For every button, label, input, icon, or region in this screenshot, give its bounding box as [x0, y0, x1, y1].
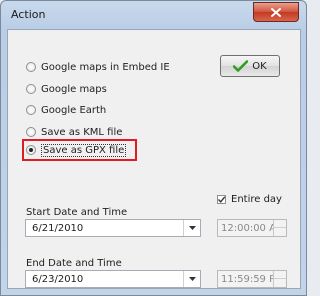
option-google-maps-embed-ie[interactable]: Google maps in Embed IE [26, 59, 170, 75]
radio-button-selected[interactable] [26, 145, 36, 155]
title-bar: Action [1, 1, 306, 28]
ok-label: OK [252, 60, 267, 72]
check-icon [233, 60, 249, 72]
close-button[interactable] [253, 2, 299, 22]
radio-button[interactable] [26, 62, 36, 72]
dropdown-arrow-icon[interactable] [183, 271, 200, 287]
option-label: Google maps in Embed IE [41, 61, 170, 73]
radio-button[interactable] [26, 84, 36, 94]
option-save-gpx[interactable]: Save as GPX file [26, 142, 127, 158]
option-google-earth[interactable]: Google Earth [26, 102, 106, 118]
close-icon [271, 7, 281, 17]
entire-day-option[interactable]: Entire day [217, 194, 282, 205]
start-date-label: Start Date and Time [26, 207, 128, 218]
end-date-dropdown[interactable]: 6/23/2010 [25, 270, 201, 288]
entire-day-label: Entire day [231, 194, 282, 205]
start-date-dropdown[interactable]: 6/21/2010 [25, 219, 201, 237]
option-label: Google Earth [41, 104, 107, 116]
end-date-label: End Date and Time [26, 258, 122, 269]
radio-button[interactable] [26, 105, 36, 115]
option-google-maps[interactable]: Google maps [26, 81, 107, 97]
time-spinner[interactable] [273, 220, 286, 236]
ok-button[interactable]: OK [220, 55, 280, 77]
action-dialog: Action Google maps in Embed IE Google ma… [0, 0, 307, 296]
start-date-value: 6/21/2010 [32, 223, 84, 234]
entire-day-checkbox[interactable] [217, 195, 226, 204]
time-spinner[interactable] [273, 271, 286, 287]
end-time-field[interactable]: 11:59:59 PM [217, 270, 287, 288]
option-label: Google maps [41, 83, 107, 95]
window-title: Action [11, 8, 46, 21]
option-label: Save as KML file [41, 126, 123, 138]
start-time-field[interactable]: 12:00:00 AM [217, 219, 287, 237]
option-save-kml[interactable]: Save as KML file [26, 124, 122, 140]
dialog-content: Google maps in Embed IE Google maps Goog… [7, 29, 301, 289]
option-label: Save as GPX file [41, 143, 127, 157]
checkmark-icon [217, 196, 226, 203]
end-date-value: 6/23/2010 [32, 274, 84, 285]
dropdown-arrow-icon[interactable] [183, 220, 200, 236]
radio-button[interactable] [26, 127, 36, 137]
